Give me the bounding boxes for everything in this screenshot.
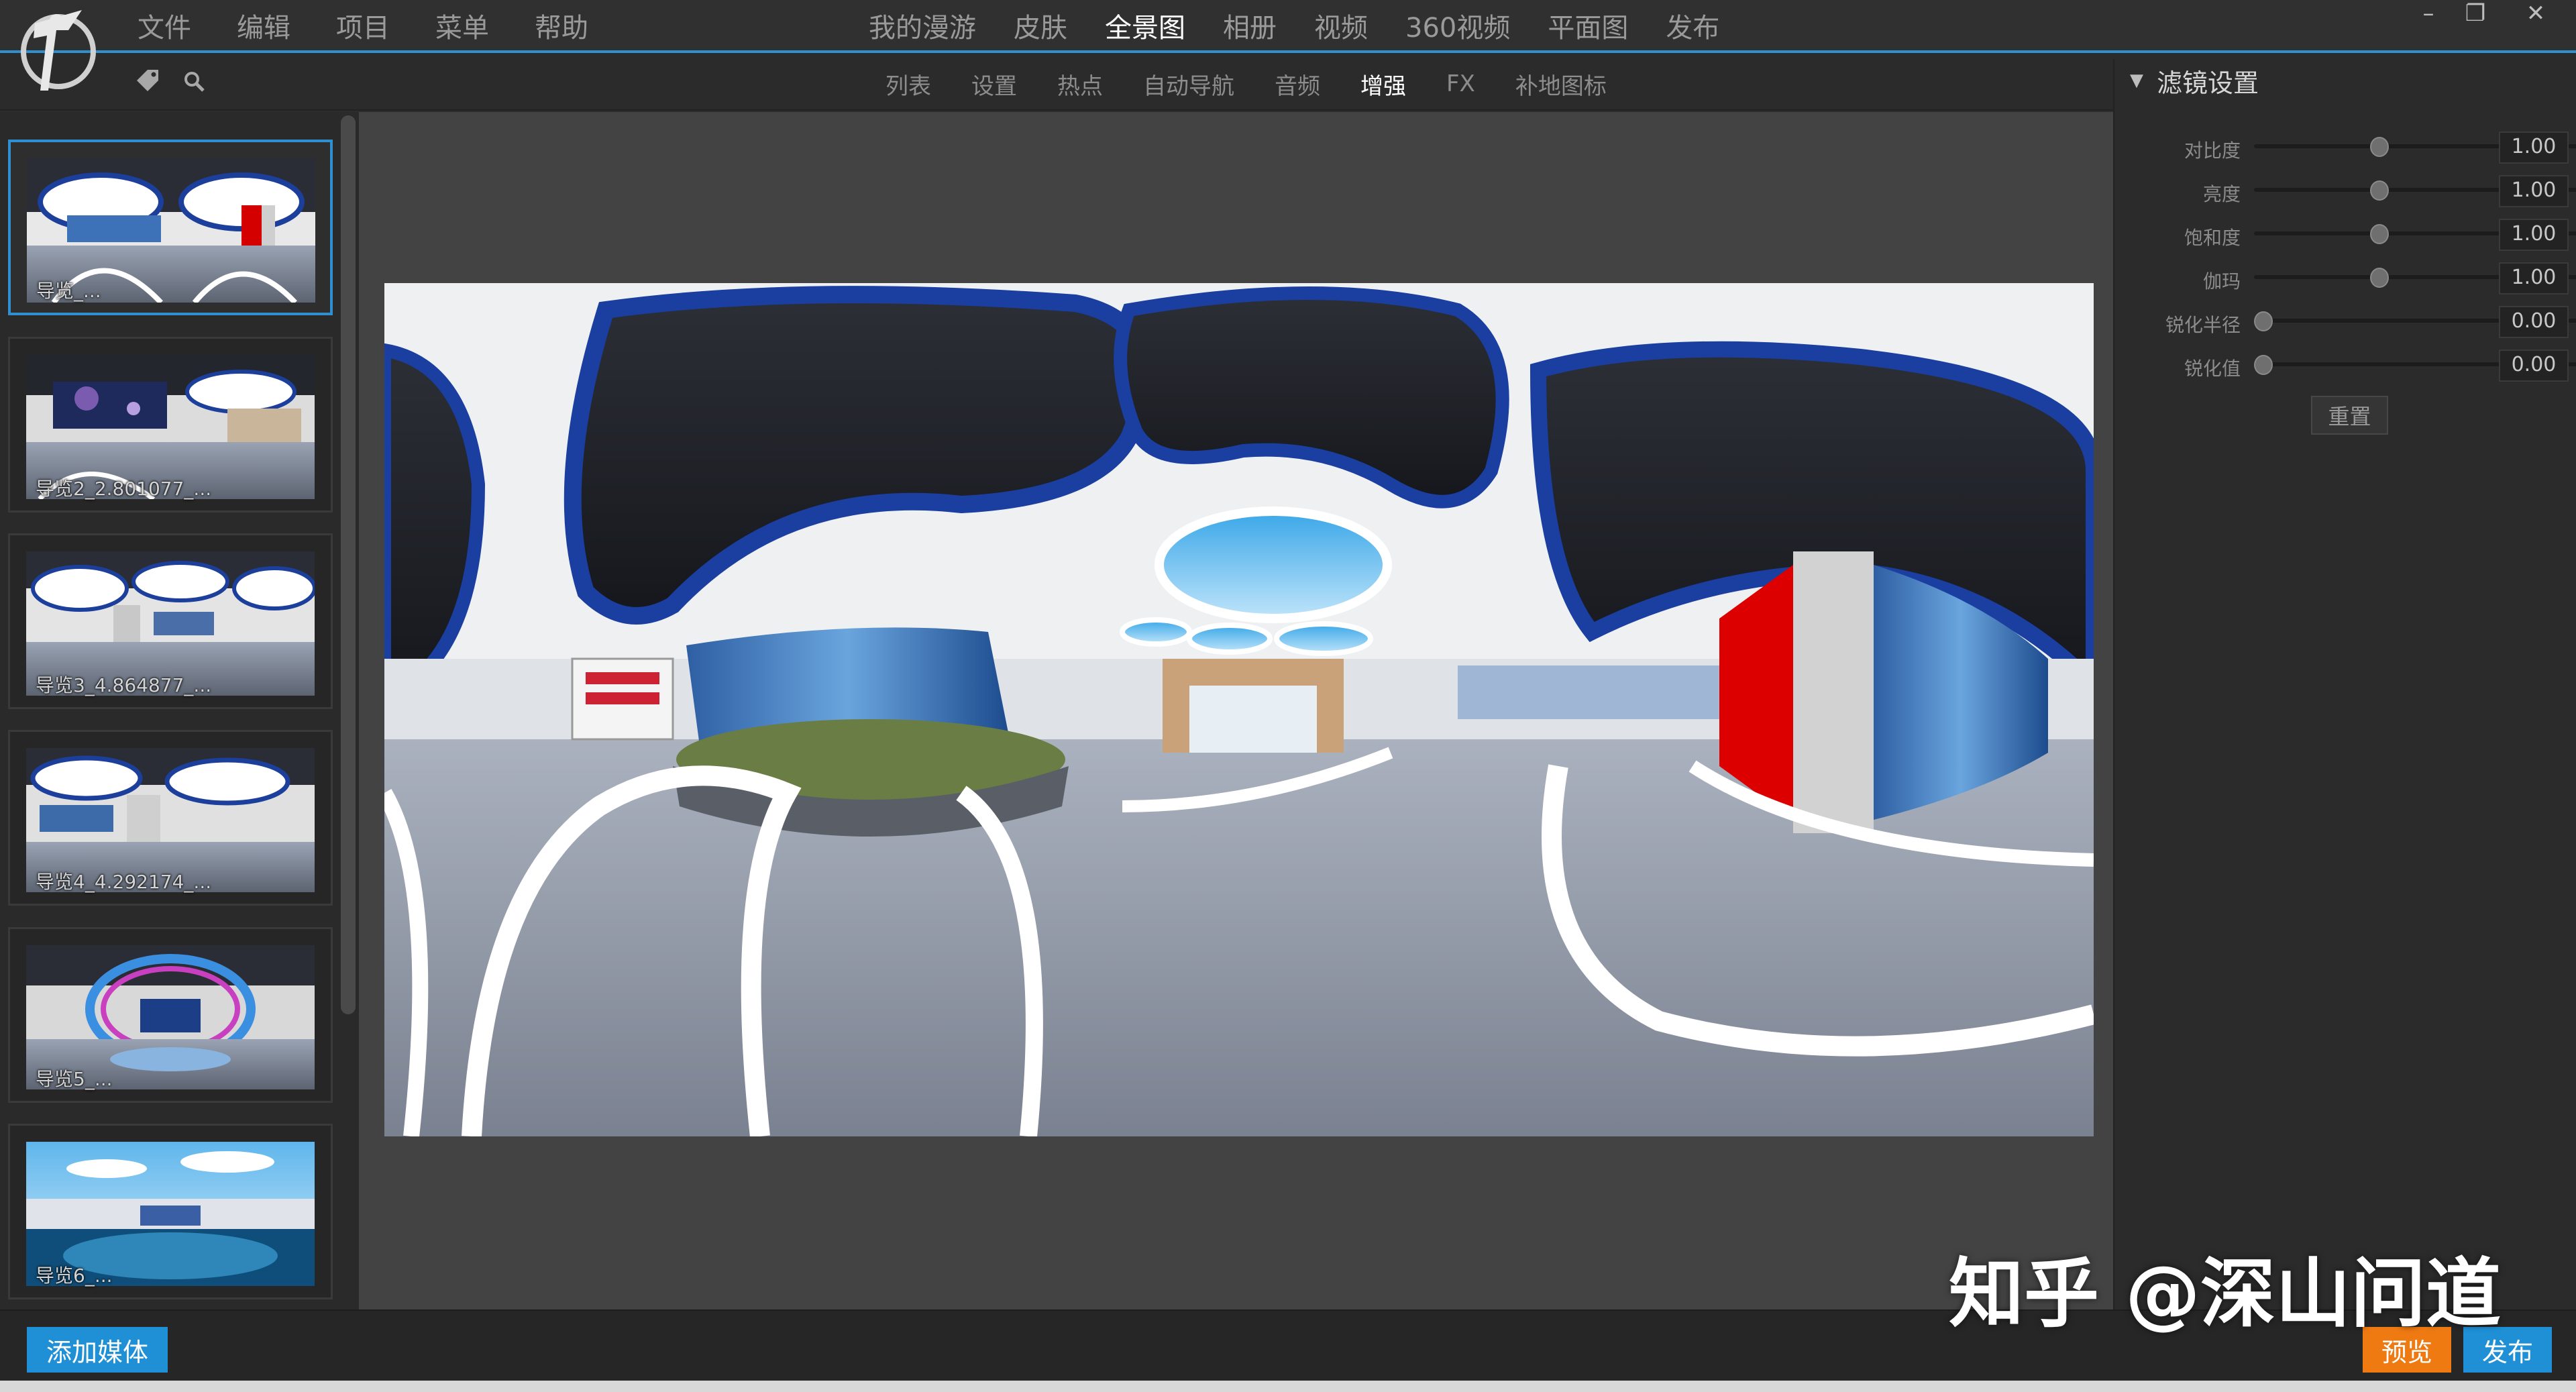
menu-file[interactable]: 文件 — [138, 6, 191, 45]
tag-icon[interactable] — [134, 67, 161, 94]
tab-publish[interactable]: 发布 — [1666, 6, 1719, 45]
sharpen-amount-value-input[interactable]: 0.00 — [2499, 350, 2569, 382]
thumbnail-item[interactable]: 导览6_... — [8, 1124, 333, 1299]
tab-panorama[interactable]: 全景图 — [1105, 6, 1185, 45]
menu-menu[interactable]: 菜单 — [435, 6, 489, 45]
thumbnail-label: 导览_... — [36, 276, 101, 303]
search-icon[interactable] — [182, 70, 205, 93]
thumbnail-label: 导览2_2.801077_... — [36, 474, 211, 501]
tab-floor-plan[interactable]: 平面图 — [1548, 6, 1628, 45]
saturation-value-input[interactable]: 1.00 — [2499, 219, 2569, 251]
menu-help[interactable]: 帮助 — [535, 6, 588, 45]
thumbnail-item[interactable]: 导览3_4.864877_... — [8, 533, 333, 709]
reset-button[interactable]: 重置 — [2311, 396, 2388, 435]
thumbnail-item[interactable]: 导览5_... — [8, 927, 333, 1103]
panorama-image[interactable] — [384, 283, 2094, 1136]
tab-360-video[interactable]: 360视频 — [1405, 6, 1510, 45]
tab-album[interactable]: 相册 — [1223, 6, 1277, 45]
menu-edit[interactable]: 编辑 — [237, 6, 290, 45]
maximize-button[interactable]: ❐ — [2455, 0, 2496, 27]
subtab-fx[interactable]: FX — [1446, 70, 1475, 97]
slider-handle[interactable] — [2370, 224, 2389, 244]
main-menu: 文件 编辑 项目 菜单 帮助 — [138, 5, 634, 46]
contrast-value-input[interactable]: 1.00 — [2499, 131, 2569, 164]
minimize-button[interactable]: – — [2408, 0, 2449, 27]
thumbnail-item[interactable]: 导览_... — [8, 140, 333, 315]
tab-video[interactable]: 视频 — [1314, 6, 1368, 45]
gamma-value-input[interactable]: 1.00 — [2499, 262, 2569, 295]
subtab-auto-navigation[interactable]: 自动导航 — [1143, 68, 1234, 101]
subtab-hotspots[interactable]: 热点 — [1057, 68, 1103, 101]
tab-my-tour[interactable]: 我的漫游 — [869, 6, 976, 45]
slider-label: 亮度 — [2127, 180, 2241, 207]
sharpen-radius-value-input[interactable]: 0.00 — [2499, 306, 2569, 338]
brightness-value-input[interactable]: 1.00 — [2499, 175, 2569, 207]
panorama-sub-tabs: 列表 设置 热点 自动导航 音频 增强 FX 补地图标 — [885, 64, 1647, 104]
slider-label: 锐化半径 — [2127, 311, 2241, 337]
subtab-enhance[interactable]: 增强 — [1360, 68, 1406, 101]
slider-label: 饱和度 — [2127, 223, 2241, 250]
watermark-text: 知乎 @深山问道 — [1949, 1233, 2501, 1342]
thumbnail-label: 导览6_... — [36, 1261, 113, 1288]
slider-label: 伽玛 — [2127, 267, 2241, 294]
subtab-ground-patch-icon[interactable]: 补地图标 — [1515, 68, 1607, 101]
filter-panel-header[interactable]: ▼ 滤镜设置 — [2130, 64, 2259, 97]
main-tabs: 我的漫游 皮肤 全景图 相册 视频 360视频 平面图 发布 — [869, 5, 1757, 46]
slider-handle[interactable] — [2370, 268, 2389, 288]
slider-handle[interactable] — [2254, 355, 2273, 375]
slider-handle[interactable] — [2370, 137, 2389, 157]
close-button[interactable]: ✕ — [2516, 0, 2556, 27]
slider-label: 对比度 — [2127, 136, 2241, 163]
subtab-list[interactable]: 列表 — [885, 68, 931, 101]
bottom-edge — [0, 1381, 2576, 1392]
subtab-audio[interactable]: 音频 — [1275, 68, 1320, 101]
slider-handle[interactable] — [2254, 311, 2273, 331]
slider-handle[interactable] — [2370, 180, 2389, 201]
thumbnail-label: 导览4_4.292174_... — [36, 867, 211, 894]
thumbnail-item[interactable]: 导览2_2.801077_... — [8, 337, 333, 513]
menu-project[interactable]: 项目 — [336, 6, 390, 45]
app-logo — [15, 3, 102, 104]
tab-skin[interactable]: 皮肤 — [1014, 6, 1067, 45]
slider-label: 锐化值 — [2127, 354, 2241, 381]
thumbnail-label: 导览3_4.864877_... — [36, 671, 211, 698]
add-media-button[interactable]: 添加媒体 — [27, 1327, 168, 1373]
subtab-settings[interactable]: 设置 — [971, 68, 1017, 101]
thumbnail-label: 导览5_... — [36, 1065, 113, 1091]
filter-panel-title: 滤镜设置 — [2157, 62, 2259, 99]
sidebar-scrollbar[interactable] — [341, 115, 356, 1014]
collapse-triangle-icon[interactable]: ▼ — [2130, 70, 2143, 91]
thumbnail-item[interactable]: 导览4_4.292174_... — [8, 730, 333, 906]
